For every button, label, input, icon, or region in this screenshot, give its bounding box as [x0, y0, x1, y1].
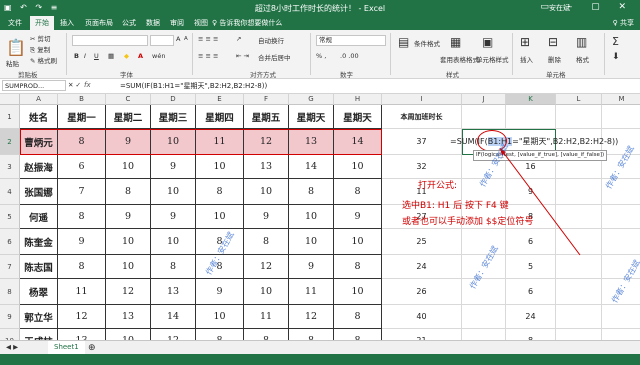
annotation-line-2: 选中B1: H1 后 按下 F4 键 — [402, 201, 509, 211]
add-sheet-icon[interactable]: ⊕ — [88, 343, 96, 353]
status-bar — [0, 354, 640, 365]
annotation-line-3: 或者也可以手动添加 $$定位符号 — [402, 217, 534, 227]
annotation-line-1: 打开公式: — [418, 181, 458, 191]
annotation-arrow — [499, 147, 581, 256]
sheet-nav-icon[interactable]: ◀ ▶ — [6, 343, 18, 351]
sheet-tab-bar: ◀ ▶ Sheet1 ⊕ — [0, 340, 640, 356]
